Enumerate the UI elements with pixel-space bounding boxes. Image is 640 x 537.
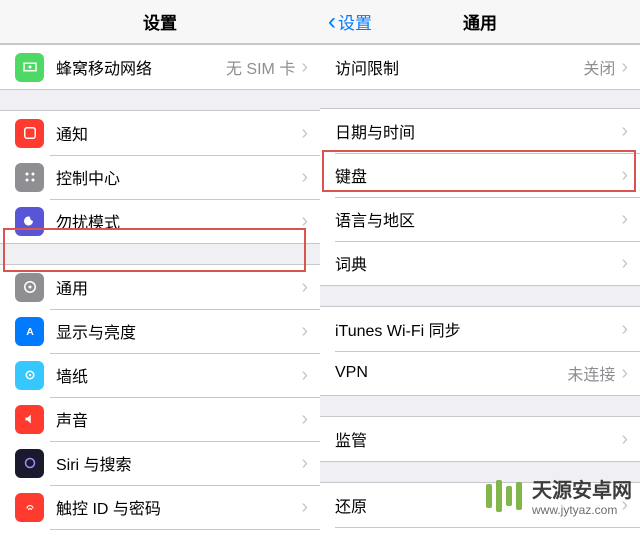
row-detail: 关闭 — [583, 55, 615, 79]
row-dictionary[interactable]: 词典 › — [320, 241, 640, 285]
group-notifications: 通知 › 控制中心 › 勿扰模式 › — [0, 110, 320, 244]
chevron-left-icon: ‹ — [328, 10, 336, 34]
chevron-right-icon: › — [301, 497, 308, 517]
row-label: 键盘 — [335, 163, 621, 187]
group-profile: 监管 › — [320, 416, 640, 462]
row-shutdown[interactable]: 关机 — [320, 527, 640, 537]
watermark-name: 天源安卓网 — [532, 474, 632, 503]
chevron-right-icon: › — [621, 121, 628, 141]
row-label: 控制中心 — [56, 165, 301, 189]
row-vpn[interactable]: VPN 未连接 › — [320, 351, 640, 395]
group-datetime: 日期与时间 › 键盘 › 语言与地区 › 词典 › — [320, 108, 640, 286]
chevron-right-icon: › — [301, 57, 308, 77]
row-label: 勿扰模式 — [56, 209, 301, 233]
row-sound[interactable]: 声音 › — [0, 397, 320, 441]
row-label: iTunes Wi-Fi 同步 — [335, 317, 621, 341]
row-dnd[interactable]: 勿扰模式 › — [0, 199, 320, 243]
chevron-right-icon: › — [621, 253, 628, 273]
watermark-url: www.jytyaz.com — [532, 503, 632, 517]
cellular-icon — [15, 53, 44, 82]
chevron-right-icon: › — [301, 211, 308, 231]
row-general[interactable]: 通用 › — [0, 265, 320, 309]
chevron-right-icon: › — [301, 167, 308, 187]
row-label: 显示与亮度 — [56, 319, 301, 343]
row-label: 声音 — [56, 407, 301, 431]
notifications-icon — [15, 119, 44, 148]
row-datetime[interactable]: 日期与时间 › — [320, 109, 640, 153]
row-label: 日期与时间 — [335, 119, 621, 143]
chevron-right-icon: › — [621, 319, 628, 339]
settings-screen: 设置 蜂窝移动网络 无 SIM 卡 › 通知 › 控制中心 › — [0, 0, 320, 537]
group-sync: iTunes Wi-Fi 同步 › VPN 未连接 › — [320, 306, 640, 396]
navbar-title: 通用 — [463, 9, 497, 34]
general-screen: ‹ 设置 通用 访问限制 关闭 › 日期与时间 › 键盘 › 语言与地区 › — [320, 0, 640, 537]
row-label: 访问限制 — [335, 55, 583, 79]
gear-icon — [15, 273, 44, 302]
chevron-right-icon: › — [301, 277, 308, 297]
row-label: Siri 与搜索 — [56, 451, 301, 475]
chevron-right-icon: › — [621, 165, 628, 185]
wallpaper-icon — [15, 361, 44, 390]
chevron-right-icon: › — [621, 429, 628, 449]
watermark-logo-icon — [484, 476, 524, 516]
group-general: 通用 › A 显示与亮度 › 墙纸 › 声音 › Siri 与搜索 › — [0, 264, 320, 537]
row-itunes-wifi[interactable]: iTunes Wi-Fi 同步 › — [320, 307, 640, 351]
row-label: VPN — [335, 364, 567, 382]
svg-text:A: A — [26, 326, 34, 338]
watermark: 天源安卓网 www.jytyaz.com — [484, 474, 632, 517]
row-keyboard[interactable]: 键盘 › — [320, 153, 640, 197]
chevron-right-icon: › — [301, 321, 308, 341]
row-siri[interactable]: Siri 与搜索 › — [0, 441, 320, 485]
row-detail: 未连接 — [567, 361, 615, 385]
sound-icon — [15, 405, 44, 434]
group-restrictions: 访问限制 关闭 › — [320, 44, 640, 90]
group-cellular: 蜂窝移动网络 无 SIM 卡 › — [0, 44, 320, 90]
row-control-center[interactable]: 控制中心 › — [0, 155, 320, 199]
row-touchid[interactable]: 触控 ID 与密码 › — [0, 485, 320, 529]
chevron-right-icon: › — [621, 363, 628, 383]
row-label: 触控 ID 与密码 — [56, 495, 301, 519]
row-detail: 无 SIM 卡 — [226, 55, 295, 79]
row-label: 词典 — [335, 251, 621, 275]
row-sos[interactable]: SOS SOS 紧急联络 › — [0, 529, 320, 537]
row-wallpaper[interactable]: 墙纸 › — [0, 353, 320, 397]
chevron-right-icon: › — [621, 209, 628, 229]
chevron-right-icon: › — [301, 453, 308, 473]
row-display[interactable]: A 显示与亮度 › — [0, 309, 320, 353]
row-label: 语言与地区 — [335, 207, 621, 231]
chevron-right-icon: › — [301, 123, 308, 143]
row-label: 蜂窝移动网络 — [56, 55, 226, 79]
row-notifications[interactable]: 通知 › — [0, 111, 320, 155]
row-language[interactable]: 语言与地区 › — [320, 197, 640, 241]
control-center-icon — [15, 163, 44, 192]
chevron-right-icon: › — [301, 365, 308, 385]
display-icon: A — [15, 317, 44, 346]
row-label: 通用 — [56, 275, 301, 299]
back-label: 设置 — [338, 9, 372, 34]
chevron-right-icon: › — [301, 409, 308, 429]
dnd-icon — [15, 207, 44, 236]
row-label: 通知 — [56, 121, 301, 145]
row-label: 监管 — [335, 427, 621, 451]
siri-icon — [15, 449, 44, 478]
back-button[interactable]: ‹ 设置 — [328, 9, 372, 34]
navbar-settings: 设置 — [0, 0, 320, 44]
chevron-right-icon: › — [621, 57, 628, 77]
row-profile[interactable]: 监管 › — [320, 417, 640, 461]
touchid-icon — [15, 493, 44, 522]
row-cellular[interactable]: 蜂窝移动网络 无 SIM 卡 › — [0, 45, 320, 89]
row-restrictions[interactable]: 访问限制 关闭 › — [320, 45, 640, 89]
row-label: 墙纸 — [56, 363, 301, 387]
navbar-general: ‹ 设置 通用 — [320, 0, 640, 44]
navbar-title: 设置 — [143, 9, 177, 34]
